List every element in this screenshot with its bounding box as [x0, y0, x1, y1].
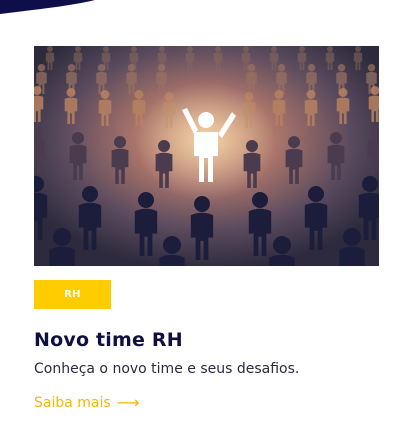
page: RH Novo time RH Conheça o novo time e se… — [0, 0, 400, 425]
card-title[interactable]: Novo time RH — [34, 329, 379, 351]
crowd-illustration — [34, 46, 379, 266]
category-tag[interactable]: RH — [34, 280, 111, 309]
news-card[interactable]: RH Novo time RH Conheça o novo time e se… — [34, 46, 379, 411]
card-description: Conheça o novo time e seus desafios. — [34, 361, 300, 377]
hero-image[interactable] — [34, 46, 379, 266]
read-more-label: Saiba mais — [34, 395, 111, 411]
arrow-right-icon: ⟶ — [116, 393, 140, 412]
read-more-link[interactable]: Saiba mais ⟶ — [34, 393, 140, 412]
top-decoration — [0, 0, 95, 14]
